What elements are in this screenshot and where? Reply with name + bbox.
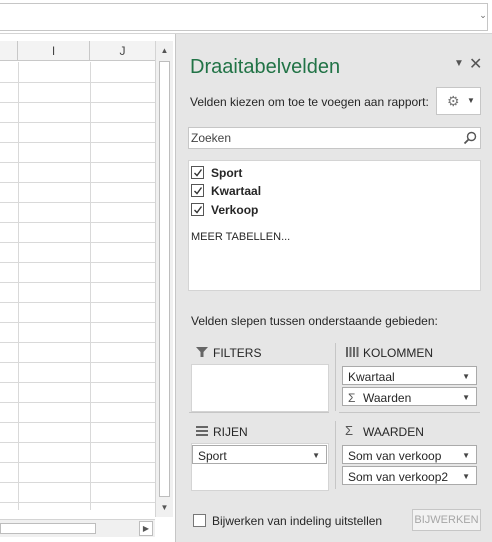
close-icon[interactable]: ✕ (469, 54, 482, 74)
field-list: Sport Kwartaal Verkoop MEER TABELLEN... (188, 160, 481, 291)
scroll-down-icon[interactable]: ▼ (156, 500, 173, 516)
column-field-waarden[interactable]: Σ Waarden ▼ (342, 387, 477, 406)
field-label: Verkoop (211, 203, 259, 217)
defer-layout-checkbox[interactable] (193, 514, 206, 527)
horizontal-scrollbar[interactable]: ▶ (0, 519, 155, 537)
filters-drop-zone[interactable] (191, 364, 329, 412)
vertical-scrollbar[interactable]: ▲ ▼ (155, 41, 173, 517)
scroll-up-icon[interactable]: ▲ (156, 43, 173, 59)
area-divider (339, 412, 480, 413)
sigma-icon: Σ (348, 391, 356, 405)
rows-drop-zone[interactable]: Sport ▼ (191, 443, 329, 491)
worksheet: I J ▲ ▼ ▶ (0, 34, 175, 542)
column-header-h[interactable] (0, 41, 18, 61)
checkbox-checked-icon[interactable] (191, 166, 204, 179)
cell-grid[interactable] (0, 62, 155, 510)
more-tables-link[interactable]: MEER TABELLEN... (191, 231, 290, 243)
search-placeholder: Zoeken (191, 131, 232, 145)
dropdown-arrow-icon[interactable]: ▼ (462, 451, 470, 460)
drag-fields-label: Velden slepen tussen onderstaande gebied… (191, 314, 438, 328)
tools-button[interactable]: ⚙ ▼ (436, 87, 481, 115)
rows-title: RIJEN (213, 425, 248, 439)
field-label: Kwartaal (211, 184, 262, 198)
pill-label: Sport (198, 449, 227, 463)
dropdown-arrow-icon[interactable]: ▼ (312, 451, 320, 460)
checkbox-checked-icon[interactable] (191, 184, 204, 197)
checkbox-checked-icon[interactable] (191, 203, 204, 216)
choose-fields-label: Velden kiezen om toe te voegen aan rappo… (190, 95, 429, 109)
pane-title: Draaitabelvelden (190, 56, 341, 78)
column-header-i[interactable]: I (18, 41, 90, 61)
columns-drop-zone[interactable]: Kwartaal ▼ Σ Waarden ▼ (341, 364, 479, 412)
dropdown-arrow-icon[interactable]: ▼ (462, 372, 470, 381)
gear-icon: ⚙ (447, 93, 460, 109)
area-divider (335, 343, 336, 411)
rows-icon (196, 426, 208, 436)
formula-input[interactable] (0, 3, 488, 31)
pane-options-dropdown-icon[interactable]: ▼ (454, 58, 464, 69)
formula-bar: ⌄ (0, 0, 492, 34)
filters-title: FILTERS (213, 346, 262, 360)
horizontal-scroll-thumb[interactable] (0, 523, 96, 534)
search-icon[interactable] (462, 130, 478, 146)
value-field-som-van-verkoop[interactable]: Som van verkoop ▼ (342, 445, 477, 464)
chevron-down-icon: ▼ (467, 96, 475, 105)
columns-icon (346, 347, 359, 357)
filter-icon (196, 347, 208, 357)
pivottable-fields-pane: Draaitabelvelden ▼ ✕ Velden kiezen om to… (175, 34, 492, 542)
column-field-kwartaal[interactable]: Kwartaal ▼ (342, 366, 477, 385)
update-button[interactable]: BIJWERKEN (412, 509, 481, 531)
area-divider (189, 412, 329, 413)
expand-formula-bar-icon[interactable]: ⌄ (478, 10, 488, 20)
field-label: Sport (211, 166, 243, 180)
row-field-sport[interactable]: Sport ▼ (192, 445, 327, 464)
pill-label: Waarden (363, 391, 412, 405)
column-header-j[interactable]: J (90, 41, 155, 61)
vertical-scroll-thumb[interactable] (159, 61, 170, 497)
dropdown-arrow-icon[interactable]: ▼ (462, 472, 470, 481)
sigma-icon: Σ (345, 423, 354, 438)
pill-label: Som van verkoop (348, 449, 442, 463)
defer-layout-label: Bijwerken van indeling uitstellen (212, 514, 383, 528)
scroll-right-icon[interactable]: ▶ (139, 521, 153, 536)
pill-label: Som van verkoop2 (348, 470, 449, 484)
columns-title: KOLOMMEN (363, 346, 434, 360)
values-title: WAARDEN (363, 425, 424, 439)
values-drop-zone[interactable]: Som van verkoop ▼ Som van verkoop2 ▼ (341, 443, 479, 491)
pill-label: Kwartaal (348, 370, 395, 384)
area-divider (335, 421, 336, 489)
search-input[interactable]: Zoeken (188, 127, 481, 149)
column-headers: I J (0, 41, 155, 61)
value-field-som-van-verkoop2[interactable]: Som van verkoop2 ▼ (342, 466, 477, 485)
dropdown-arrow-icon[interactable]: ▼ (462, 393, 470, 402)
